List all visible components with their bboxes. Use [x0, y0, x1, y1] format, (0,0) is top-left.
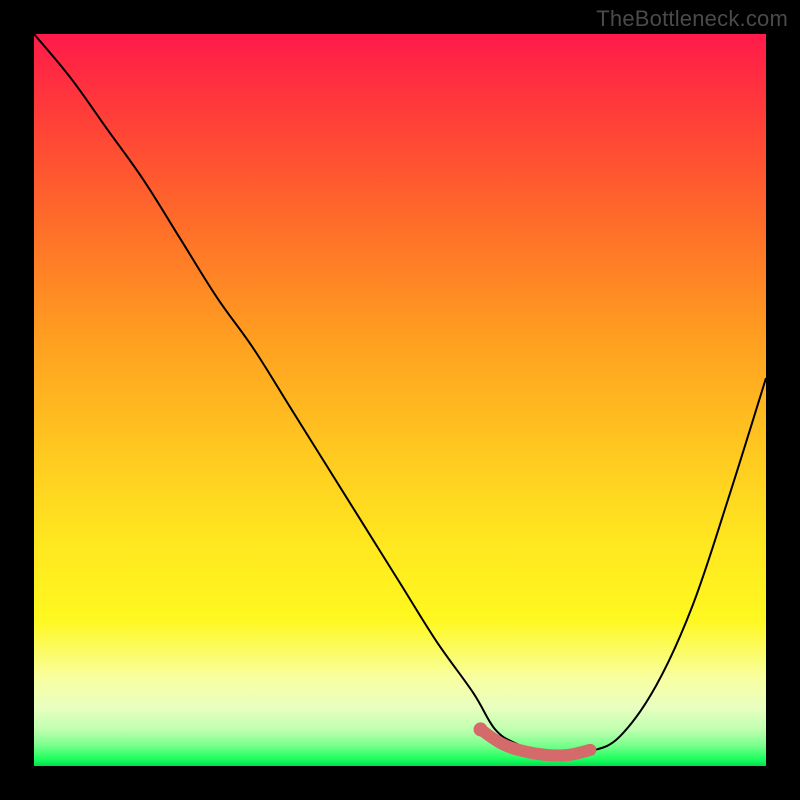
optimal-point-marker [474, 722, 488, 736]
chart-svg [34, 34, 766, 766]
bottleneck-curve [34, 34, 766, 756]
optimal-range-accent [481, 729, 591, 755]
plot-area [34, 34, 766, 766]
attribution-text: TheBottleneck.com [596, 6, 788, 32]
chart-container: TheBottleneck.com [0, 0, 800, 800]
